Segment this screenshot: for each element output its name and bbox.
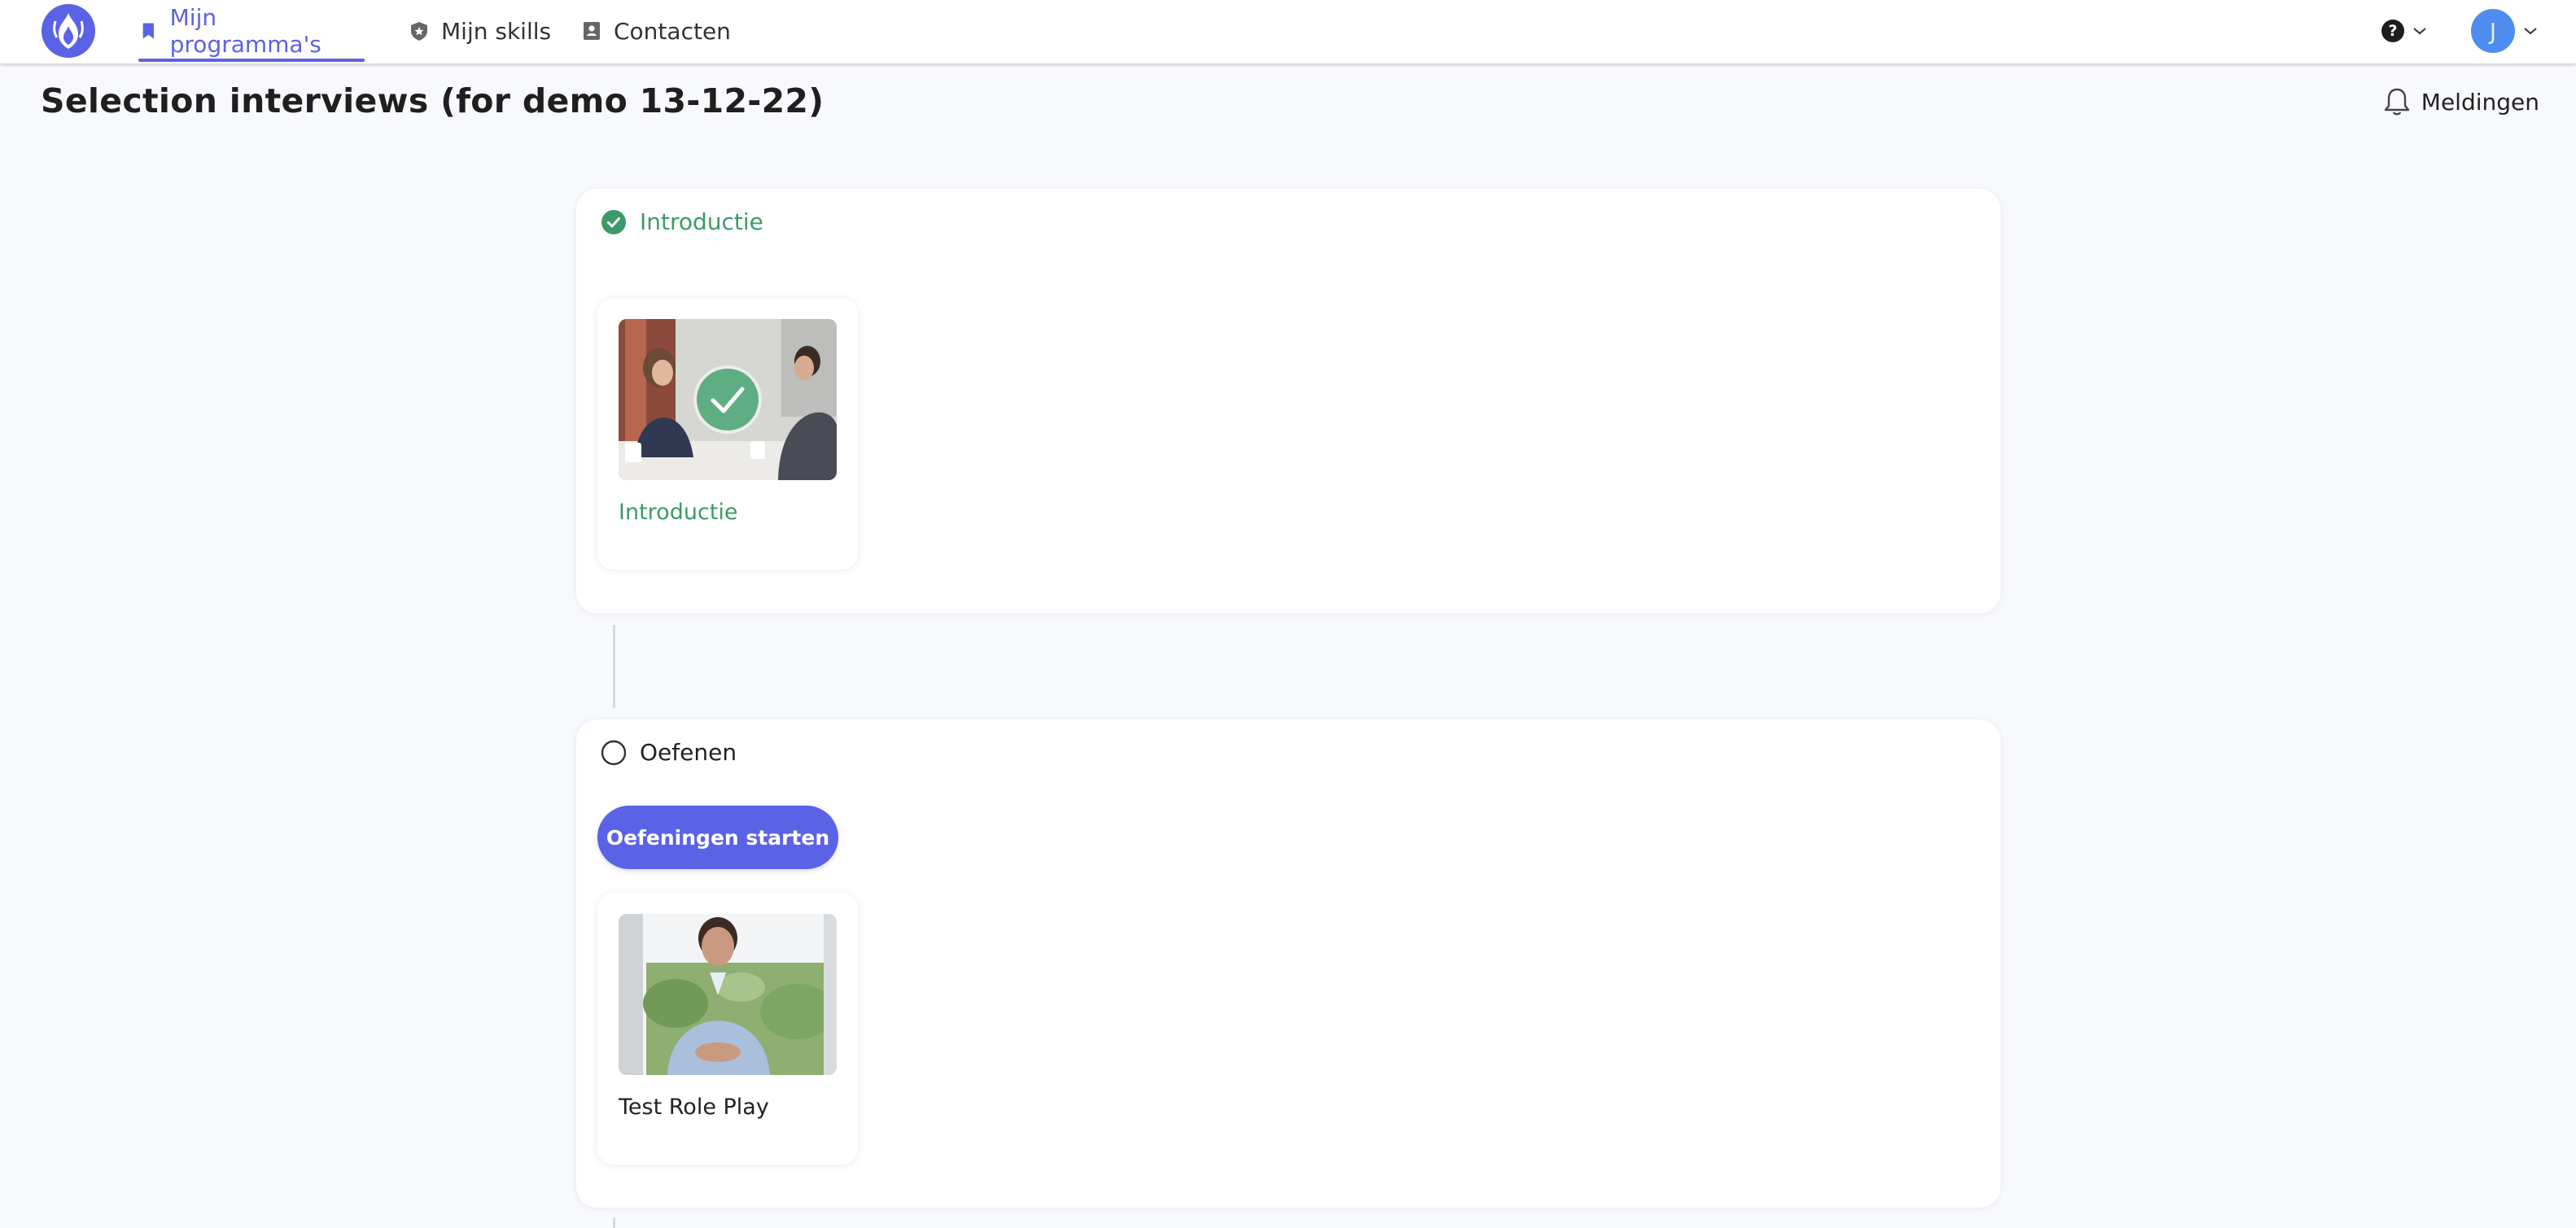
user-menu[interactable]: J <box>2471 8 2539 54</box>
help-icon: ? <box>2381 20 2404 42</box>
check-circle-icon <box>601 209 626 234</box>
empty-circle-icon <box>601 740 627 765</box>
step-title: Oefenen <box>640 739 737 766</box>
help-menu[interactable]: ? <box>2381 16 2429 46</box>
app-logo-icon[interactable] <box>41 3 96 59</box>
avatar: J <box>2471 9 2515 53</box>
notifications-label: Meldingen <box>2421 88 2539 116</box>
step-header: Introductie <box>601 208 763 235</box>
step-connector-line <box>613 1217 615 1228</box>
nav-tab-label: Contacten <box>614 17 731 45</box>
nav-tab-contacten[interactable]: Contacten <box>581 0 731 62</box>
start-exercises-button[interactable]: Oefeningen starten <box>597 806 838 869</box>
nav-tab-mijn-programmas[interactable]: Mijn programma's <box>138 0 365 62</box>
module-card-title: Test Role Play <box>619 1095 769 1120</box>
step-title: Introductie <box>640 208 763 235</box>
module-thumbnail-image <box>619 914 837 1075</box>
module-card-test-role-play[interactable]: Test Role Play <box>597 893 858 1165</box>
bookmark-icon <box>142 23 154 39</box>
top-navigation-bar: Mijn programma's Mijn skills Contacten ?… <box>0 0 2576 63</box>
bell-icon <box>2384 88 2409 116</box>
step-header: Oefenen <box>601 739 737 766</box>
page-title: Selection interviews (for demo 13-12-22) <box>41 81 824 120</box>
shield-icon <box>411 22 427 41</box>
step-connector-line <box>613 625 615 708</box>
chevron-down-icon <box>2524 28 2537 35</box>
step-section-introductie: Introductie Introductie <box>576 189 2001 614</box>
step-section-oefenen: Oefenen Oefeningen starten Test Role Pla… <box>576 719 2001 1208</box>
contact-book-icon <box>584 22 600 40</box>
nav-tab-mijn-skills[interactable]: Mijn skills <box>409 0 551 62</box>
notifications-button[interactable]: Meldingen <box>2382 86 2539 117</box>
chevron-down-icon <box>2413 28 2426 35</box>
module-card-introductie[interactable]: Introductie <box>597 298 858 570</box>
module-thumbnail-image <box>619 319 837 480</box>
nav-tab-label: Mijn skills <box>441 17 552 45</box>
nav-tab-label: Mijn programma's <box>169 4 321 58</box>
module-card-title: Introductie <box>619 500 738 525</box>
